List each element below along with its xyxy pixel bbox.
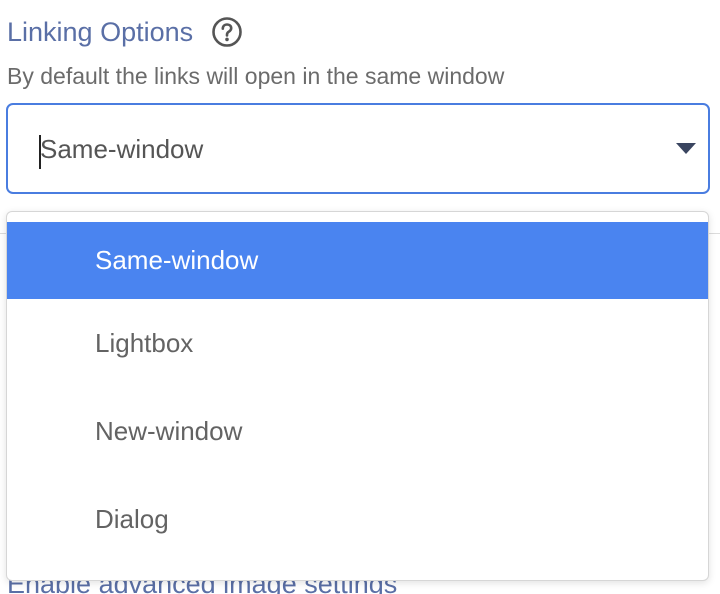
link-target-dropdown-menu: Same-window Lightbox New-window Dialog: [6, 211, 709, 581]
linking-options-panel: Linking Options By default the links wil…: [0, 0, 720, 594]
option-same-window[interactable]: Same-window: [7, 222, 708, 299]
linking-options-description: By default the links will open in the sa…: [7, 63, 505, 89]
link-target-select[interactable]: Same-window: [6, 103, 710, 194]
option-dialog[interactable]: Dialog: [7, 475, 708, 563]
section-title: Linking Options: [7, 17, 194, 47]
select-current-value: Same-window: [40, 134, 204, 164]
linking-options-header: Linking Options: [7, 14, 243, 50]
dropdown-options-list: Same-window Lightbox New-window Dialog: [7, 222, 708, 563]
option-new-window[interactable]: New-window: [7, 387, 708, 475]
option-lightbox[interactable]: Lightbox: [7, 299, 708, 387]
caret-down-icon[interactable]: [676, 143, 696, 154]
question-circle-icon[interactable]: [211, 16, 243, 48]
